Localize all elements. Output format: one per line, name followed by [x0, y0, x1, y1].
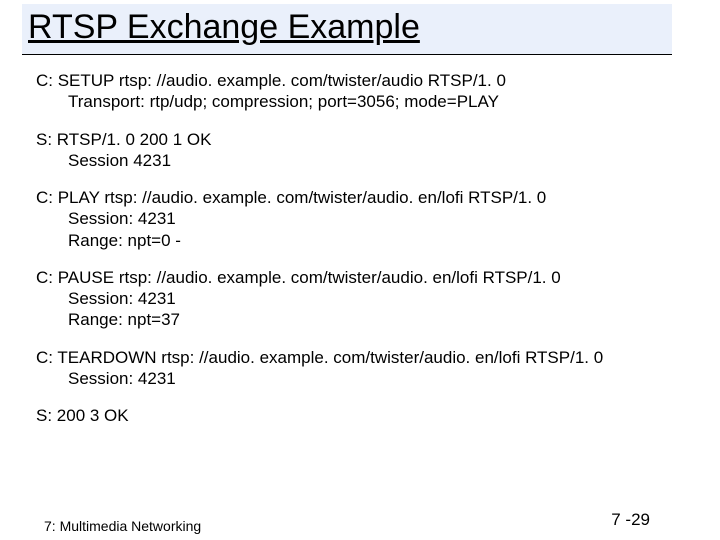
- line: Session: 4231: [68, 208, 684, 229]
- block-setup: C: SETUP rtsp: //audio. example. com/twi…: [36, 70, 684, 113]
- line: C: TEARDOWN rtsp: //audio. example. com/…: [36, 347, 684, 368]
- line: Session: 4231: [68, 368, 684, 389]
- block-teardown: C: TEARDOWN rtsp: //audio. example. com/…: [36, 347, 684, 390]
- line: Range: npt=37: [68, 309, 684, 330]
- line: C: SETUP rtsp: //audio. example. com/twi…: [36, 70, 684, 91]
- footer-right: 7 -29: [611, 510, 650, 530]
- slide-body: C: SETUP rtsp: //audio. example. com/twi…: [36, 70, 684, 426]
- block-response-2: S: 200 3 OK: [36, 405, 684, 426]
- slide: RTSP Exchange Example C: SETUP rtsp: //a…: [0, 0, 720, 540]
- block-response-1: S: RTSP/1. 0 200 1 OK Session 4231: [36, 129, 684, 172]
- line: C: PLAY rtsp: //audio. example. com/twis…: [36, 187, 684, 208]
- line: Session: 4231: [68, 288, 684, 309]
- block-play: C: PLAY rtsp: //audio. example. com/twis…: [36, 187, 684, 251]
- footer-left: 7: Multimedia Networking: [44, 518, 204, 534]
- slide-title: RTSP Exchange Example: [22, 4, 672, 55]
- line: Range: npt=0 -: [68, 230, 684, 251]
- line: S: 200 3 OK: [36, 405, 684, 426]
- line: Session 4231: [68, 150, 684, 171]
- block-pause: C: PAUSE rtsp: //audio. example. com/twi…: [36, 267, 684, 331]
- line: S: RTSP/1. 0 200 1 OK: [36, 129, 684, 150]
- line: Transport: rtp/udp; compression; port=30…: [68, 91, 684, 112]
- line: C: PAUSE rtsp: //audio. example. com/twi…: [36, 267, 684, 288]
